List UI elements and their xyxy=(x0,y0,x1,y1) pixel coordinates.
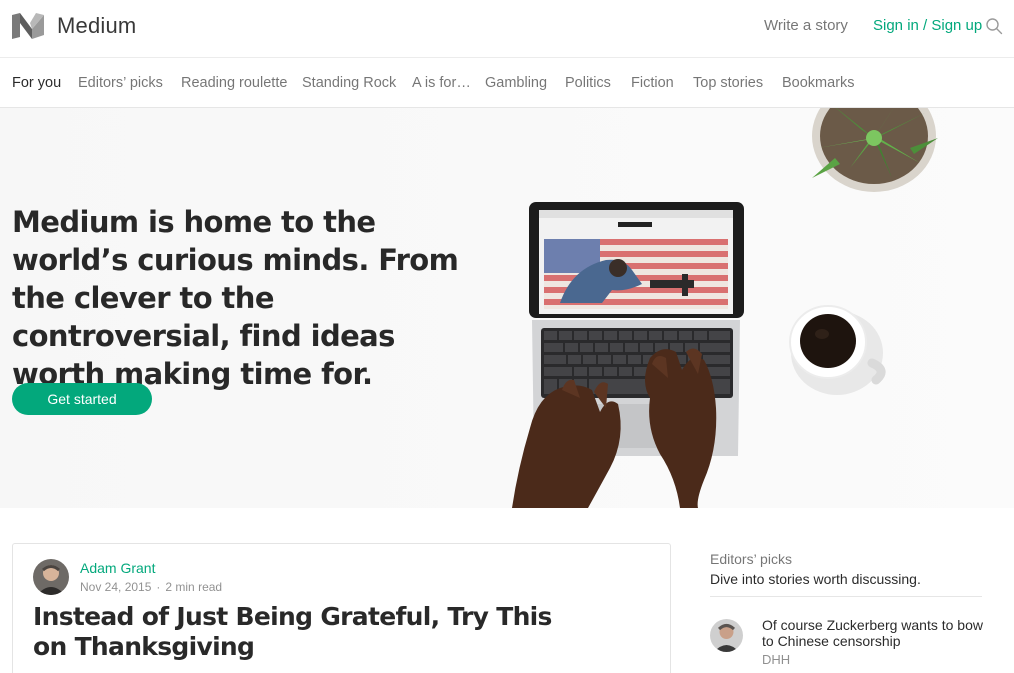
sidebar-divider xyxy=(710,596,982,597)
article-date: Nov 24, 2015 xyxy=(80,580,152,594)
sidebar-story-author[interactable]: DHH xyxy=(762,652,790,667)
tab-top-stories[interactable]: Top stories xyxy=(693,75,763,91)
tab-standing-rock[interactable]: Standing Rock xyxy=(302,75,396,91)
article-meta: Nov 24, 2015 · 2 min read xyxy=(80,580,222,594)
author-name[interactable]: Adam Grant xyxy=(80,560,155,576)
sign-in-link[interactable]: Sign in / Sign up xyxy=(873,17,982,34)
tab-reading-roulette[interactable]: Reading roulette xyxy=(181,75,287,91)
hero-headline: Medium is home to the world’s curious mi… xyxy=(12,205,459,391)
article-card[interactable]: Adam Grant Nov 24, 2015 · 2 min read Inste… xyxy=(12,543,671,673)
sidebar-story-title[interactable]: Of course Zuckerberg wants to bow to Chi… xyxy=(762,617,994,649)
story-author-avatar[interactable] xyxy=(710,619,743,652)
meta-separator: · xyxy=(156,580,161,594)
tab-fiction[interactable]: Fiction xyxy=(631,75,674,91)
tab-editors-picks[interactable]: Editors’ picks xyxy=(78,75,163,91)
search-icon[interactable] xyxy=(985,17,1003,35)
read-time: 2 min read xyxy=(165,580,223,594)
medium-logo-icon[interactable] xyxy=(12,13,44,39)
tab-for-you[interactable]: For you xyxy=(12,75,61,91)
tab-politics[interactable]: Politics xyxy=(565,75,611,91)
sidebar-heading[interactable]: Editors’ picks xyxy=(710,551,792,567)
article-title[interactable]: Instead of Just Being Grateful, Try This… xyxy=(33,602,593,662)
write-story-link[interactable]: Write a story xyxy=(764,17,848,34)
brand-name[interactable]: Medium xyxy=(57,13,136,39)
get-started-button[interactable]: Get started xyxy=(12,383,152,415)
top-navbar: Medium Write a story Sign in / Sign up xyxy=(0,0,1014,58)
hero-banner: Medium is home to the world’s curious mi… xyxy=(0,108,1014,508)
tab-gambling[interactable]: Gambling xyxy=(485,75,547,91)
laptop-desk-illustration xyxy=(512,108,938,508)
tab-bookmarks[interactable]: Bookmarks xyxy=(782,75,855,91)
coffee-cup-image xyxy=(789,305,886,395)
topic-tabs: For you Editors’ picks Reading roulette … xyxy=(0,58,1014,108)
sidebar-subheading: Dive into stories worth discussing. xyxy=(710,571,921,587)
author-avatar[interactable] xyxy=(33,559,69,595)
plant-image xyxy=(812,108,938,192)
tab-a-is-for[interactable]: A is for… xyxy=(412,75,471,91)
